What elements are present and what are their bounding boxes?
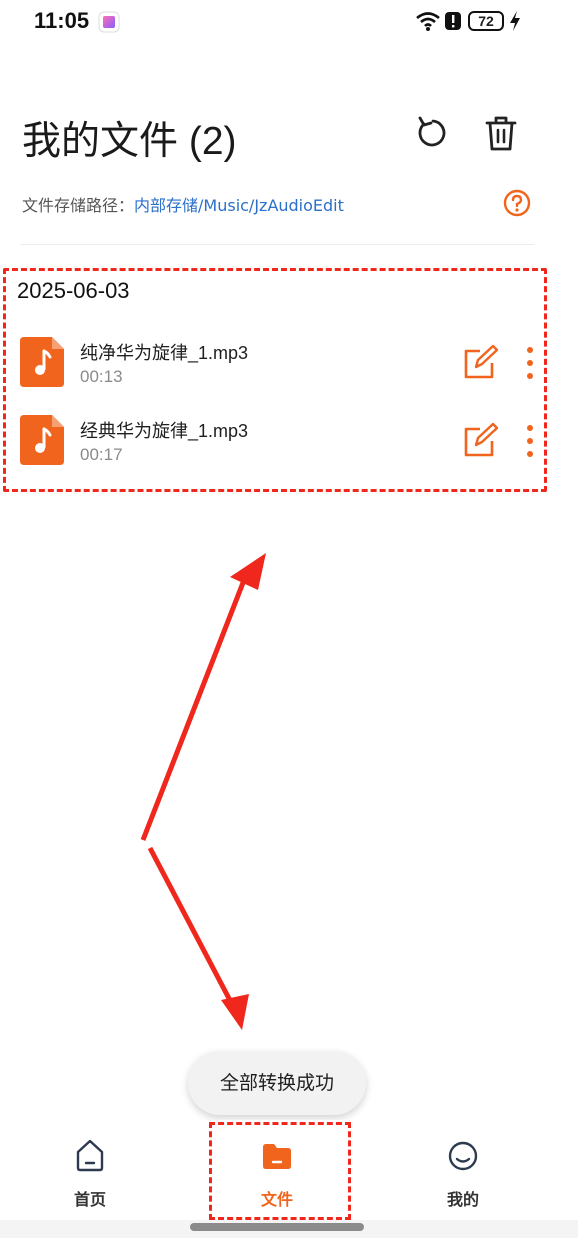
nav-item-home[interactable]: 首页 <box>30 1120 150 1216</box>
toast-message: 全部转换成功 <box>188 1051 366 1115</box>
annotation-highlight-box <box>209 1122 351 1220</box>
storage-path-link[interactable]: 内部存储/Music/JzAudioEdit <box>134 196 344 215</box>
more-vertical-icon[interactable] <box>520 345 540 381</box>
audio-file-icon <box>20 337 64 387</box>
page-title: 我的文件 (2) <box>22 120 237 163</box>
file-list-item[interactable]: 纯净华为旋律_1.mp3 00:13 <box>0 335 578 401</box>
app-notification-icon <box>98 11 120 33</box>
refresh-icon[interactable] <box>412 112 454 154</box>
nav-label-mine: 我的 <box>446 1190 479 1209</box>
nav-label-home: 首页 <box>73 1190 106 1209</box>
storage-path-label: 文件存储路径： <box>22 196 135 215</box>
divider <box>20 244 534 245</box>
alert-icon <box>445 12 461 30</box>
battery-level: 72 <box>468 11 504 31</box>
smile-face-icon <box>448 1141 478 1171</box>
edit-icon[interactable] <box>462 343 500 381</box>
nav-item-mine[interactable]: 我的 <box>403 1120 523 1216</box>
edit-icon[interactable] <box>462 421 500 459</box>
home-indicator[interactable] <box>190 1223 364 1231</box>
wifi-icon <box>416 12 440 31</box>
status-bar: 11:05 72 <box>0 0 578 44</box>
charging-icon <box>510 11 520 31</box>
file-duration: 00:13 <box>80 367 123 386</box>
file-list-item[interactable]: 经典华为旋律_1.mp3 00:17 <box>0 413 578 479</box>
more-vertical-icon[interactable] <box>520 423 540 459</box>
audio-file-icon <box>20 415 64 465</box>
file-duration: 00:17 <box>80 445 123 464</box>
status-time: 11:05 <box>34 8 90 33</box>
trash-icon[interactable] <box>480 112 522 154</box>
date-group-heading: 2025-06-03 <box>17 278 130 303</box>
storage-path-row: 文件存储路径：内部存储/Music/JzAudioEdit <box>22 192 344 216</box>
help-icon[interactable] <box>503 189 531 217</box>
home-icon <box>76 1139 104 1172</box>
file-name: 纯净华为旋律_1.mp3 <box>80 343 249 363</box>
file-name: 经典华为旋律_1.mp3 <box>80 421 249 441</box>
